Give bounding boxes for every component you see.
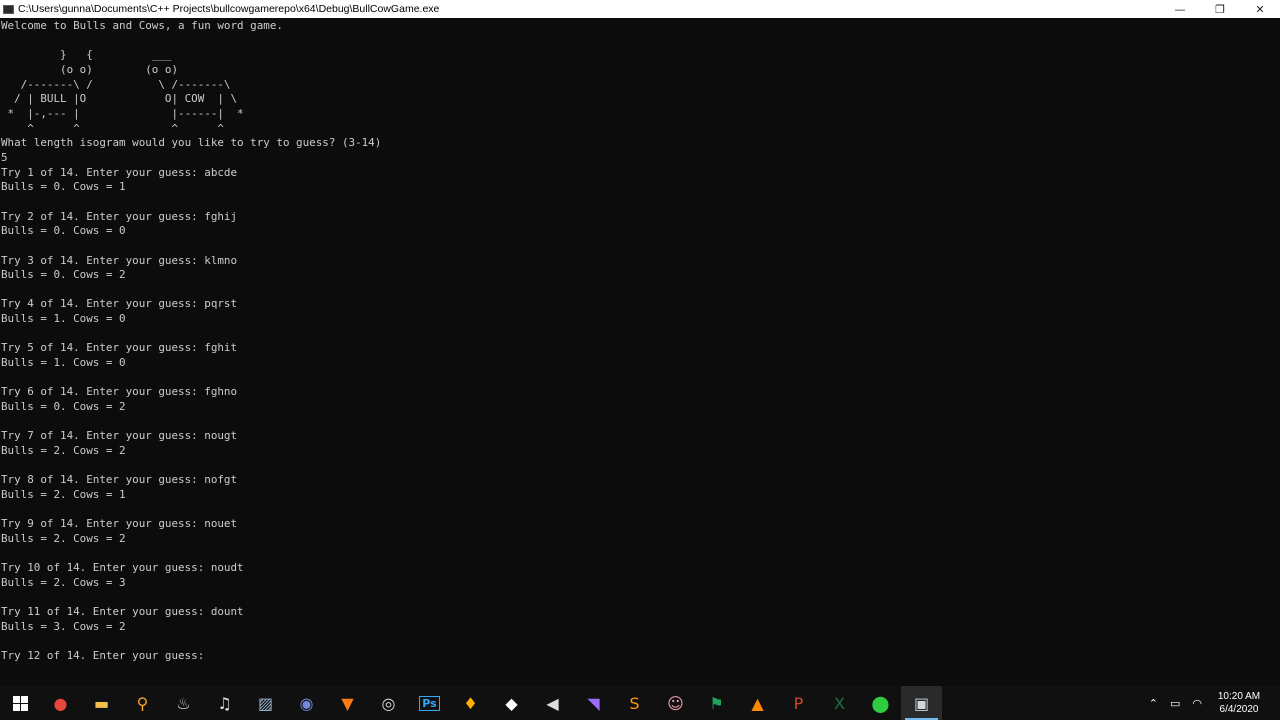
taskbar-app-button[interactable]: ☺	[655, 686, 696, 720]
chrome-icon: ●	[53, 693, 68, 713]
system-tray: ⌃ ▭ ◠ 10:20 AM 6/4/2020	[1143, 686, 1280, 720]
green-app-icon: ⬤	[871, 693, 890, 713]
taskbar-app-button[interactable]: P	[778, 686, 819, 720]
console-window-icon	[3, 4, 14, 14]
window-titlebar[interactable]: C:\Users\gunna\Documents\C++ Projects\bu…	[0, 0, 1280, 18]
wifi-icon[interactable]: ◠	[1192, 697, 1202, 710]
restore-button[interactable]: ❐	[1200, 0, 1240, 18]
photoshop-icon: Ps	[419, 695, 440, 711]
close-button[interactable]: ✕	[1240, 0, 1280, 18]
vlc-icon: ▲	[751, 693, 764, 713]
taskbar-app-button[interactable]: ▬	[81, 686, 122, 720]
window-title: C:\Users\gunna\Documents\C++ Projects\bu…	[18, 3, 440, 15]
clock-date: 6/4/2020	[1219, 704, 1259, 715]
flag-app-icon: ⚑	[709, 693, 724, 713]
console-text: Welcome to Bulls and Cows, a fun word ga…	[1, 19, 382, 663]
taskbar-app-button[interactable]: X	[819, 686, 860, 720]
steam-icon: ♨	[176, 693, 191, 713]
image-editor-icon: ▨	[257, 693, 274, 713]
taskbar-app-button[interactable]: ◎	[368, 686, 409, 720]
obs-icon: ◎	[381, 693, 396, 713]
console-output-area[interactable]: Welcome to Bulls and Cows, a fun word ga…	[0, 19, 1280, 685]
unreal-icon: ◀	[546, 693, 559, 713]
start-button[interactable]	[0, 686, 40, 720]
taskbar-app-button[interactable]: ▲	[737, 686, 778, 720]
triangle-app-icon: ▼	[341, 693, 354, 713]
taskbar-app-button[interactable]: ◥	[573, 686, 614, 720]
clock[interactable]: 10:20 AM 6/4/2020	[1208, 690, 1270, 716]
windows-logo-icon	[12, 695, 28, 711]
taskbar-app-button[interactable]: ◆	[491, 686, 532, 720]
taskbar-app-button[interactable]: ♨	[163, 686, 204, 720]
battery-icon[interactable]: ▭	[1170, 697, 1180, 710]
taskbar-app-button[interactable]: ▣	[901, 686, 942, 720]
taskbar-app-button[interactable]: ▨	[245, 686, 286, 720]
window-controls: — ❐ ✕	[1160, 0, 1280, 18]
taskbar-apps: ● ▬ ⚲ ♨ ♫ ▨ ◉ ▼ ◎ Ps ♦ ◆ ◀ ◥ S ☺ ⚑ ▲ P X ⬤ ▣	[40, 686, 942, 720]
taskbar-app-button[interactable]: ▼	[327, 686, 368, 720]
music-icon: ♫	[217, 693, 232, 713]
show-hidden-icons-chevron-icon[interactable]: ⌃	[1149, 697, 1158, 710]
excel-icon: X	[834, 693, 845, 713]
console-app-icon: ▣	[913, 693, 930, 713]
discord-icon: ◉	[299, 693, 314, 713]
taskbar-app-button[interactable]: Ps	[409, 686, 450, 720]
taskbar-app-button[interactable]: ●	[40, 686, 81, 720]
unity-icon: ◆	[505, 693, 518, 713]
taskbar-app-button[interactable]: ⬤	[860, 686, 901, 720]
taskbar-app-button[interactable]: ⚑	[696, 686, 737, 720]
taskbar-app-button[interactable]: ♫	[204, 686, 245, 720]
taskbar: ● ▬ ⚲ ♨ ♫ ▨ ◉ ▼ ◎ Ps ♦ ◆ ◀ ◥ S ☺ ⚑ ▲ P X ⬤ ▣ ⌃ ▭ ◠ 10:20 AM 6…	[0, 686, 1280, 720]
taskbar-app-button[interactable]: ⚲	[122, 686, 163, 720]
clock-time: 10:20 AM	[1217, 691, 1261, 702]
taskbar-app-button[interactable]: ♦	[450, 686, 491, 720]
powerpoint-icon: P	[793, 693, 804, 713]
visual-studio-icon: ◥	[587, 693, 600, 713]
bulb-app-icon: ♦	[463, 693, 478, 713]
minimize-button[interactable]: —	[1160, 0, 1200, 18]
taskbar-app-button[interactable]: ◀	[532, 686, 573, 720]
search-icon: ⚲	[136, 693, 149, 713]
taskbar-app-button[interactable]: S	[614, 686, 655, 720]
sublime-text-icon: S	[629, 693, 640, 713]
file-explorer-icon: ▬	[93, 693, 110, 713]
taskbar-app-button[interactable]: ◉	[286, 686, 327, 720]
character-app-icon: ☺	[667, 693, 684, 713]
